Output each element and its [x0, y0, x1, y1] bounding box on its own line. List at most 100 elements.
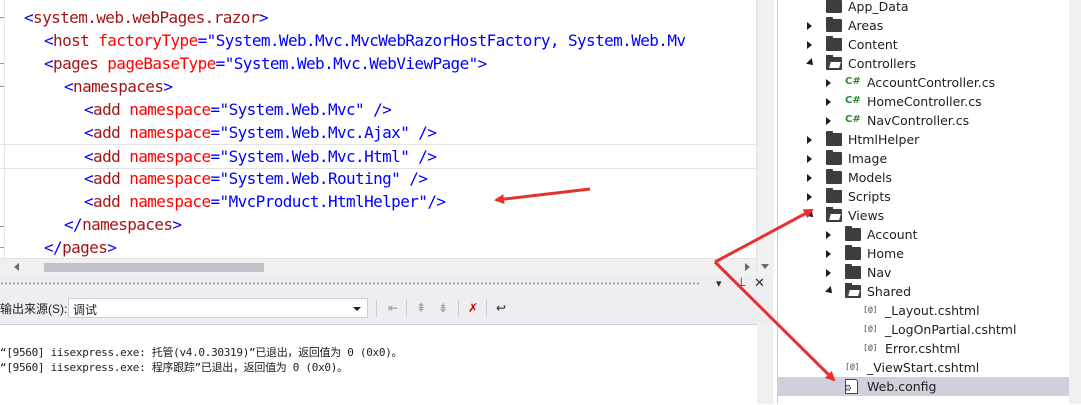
code-line[interactable]: <add namespace="System.Web.Routing" /> — [84, 167, 428, 190]
code-attribute: factoryType — [98, 31, 198, 50]
clear-all-icon[interactable]: ✗ — [464, 299, 482, 317]
folder-icon — [845, 226, 861, 241]
tree-item[interactable]: Image — [778, 149, 1070, 168]
code-line[interactable]: <host factoryType="System.Web.Mvc.MvcWeb… — [44, 29, 686, 52]
tree-item[interactable]: Nav — [778, 263, 1070, 282]
drag-grip[interactable] — [0, 282, 700, 285]
pin-icon[interactable]: ⊥ — [736, 275, 746, 289]
code-tag-name: add — [93, 123, 121, 142]
tree-item[interactable]: C# AccountController.cs — [778, 73, 1070, 92]
collapse-arrow-icon[interactable] — [826, 269, 831, 277]
csharp-file-icon: C# — [845, 114, 861, 125]
tree-item[interactable]: Views — [778, 206, 1070, 225]
collapse-arrow-icon[interactable] — [807, 136, 812, 144]
collapse-arrow-icon[interactable] — [807, 41, 812, 49]
tree-item[interactable]: Account — [778, 225, 1070, 244]
code-punctuation: </ — [64, 215, 83, 234]
tree-item[interactable]: [@] _LogOnPartial.cshtml — [778, 320, 1070, 339]
tree-item[interactable]: HtmlHelper — [778, 130, 1070, 149]
tree-item[interactable]: Areas — [778, 16, 1070, 35]
expand-arrow-icon[interactable] — [806, 210, 816, 220]
tree-item[interactable]: Models — [778, 168, 1070, 187]
code-line[interactable]: <add namespace="System.Web.Mvc.Ajax" /> — [84, 121, 437, 144]
expand-arrow-icon[interactable] — [806, 58, 816, 68]
tree-item[interactable]: Web.config — [778, 377, 1070, 396]
collapse-arrow-icon[interactable] — [807, 155, 812, 163]
outline-marker — [0, 226, 4, 227]
collapse-arrow-icon[interactable] — [826, 231, 831, 239]
chevron-down-icon[interactable] — [353, 307, 361, 311]
code-punctuation: =" — [215, 54, 235, 73]
code-tag-name: pages — [53, 54, 99, 73]
tree-item[interactable]: [@] _Layout.cshtml — [778, 301, 1070, 320]
tree-item-label: Content — [848, 37, 898, 52]
tree-item-label: Home — [867, 246, 904, 261]
code-attribute: namespace — [129, 147, 211, 166]
tree-item[interactable]: Home — [778, 244, 1070, 263]
code-line[interactable]: <pages pageBaseType="System.Web.Mvc.WebV… — [44, 52, 487, 75]
toolbar-separator — [486, 300, 487, 317]
collapse-arrow-icon[interactable] — [807, 174, 812, 182]
collapse-arrow-icon[interactable] — [826, 117, 831, 125]
code-tag-name: add — [93, 169, 121, 188]
tree-item[interactable]: Scripts — [778, 187, 1070, 206]
tree-item-label: App_Data — [848, 0, 909, 14]
tree-item-label: Views — [848, 208, 885, 223]
find-message-in-code-icon[interactable]: ⇤ — [384, 299, 402, 317]
solution-explorer: App_Data Areas Content Controllers C# Account… — [777, 0, 1081, 404]
code-line[interactable]: <add namespace="System.Web.Mvc" /> — [84, 98, 392, 121]
csharp-file-icon: C# — [845, 76, 861, 87]
code-line[interactable]: </namespaces> — [64, 213, 182, 236]
scroll-left-icon[interactable] — [14, 263, 19, 271]
folder-icon — [845, 245, 861, 260]
go-to-previous-message-icon[interactable]: ⇞ — [412, 299, 430, 317]
output-toolbar: 输出来源(S): 调试 ⇤ ⇞ ⇟ ✗ ↩ — [0, 292, 773, 324]
collapse-arrow-icon[interactable] — [826, 98, 831, 106]
collapse-arrow-icon[interactable] — [826, 250, 831, 258]
scroll-down-icon[interactable] — [761, 264, 769, 269]
tree-item-label: Account — [867, 227, 918, 242]
cshtml-file-icon: [@] — [863, 324, 878, 333]
tree-item-label: Controllers — [848, 56, 916, 71]
csharp-file-icon: C# — [845, 95, 861, 106]
tree-item-label: Shared — [867, 284, 912, 299]
tree-item[interactable]: [@] _ViewStart.cshtml — [778, 358, 1070, 377]
scrollbar-thumb[interactable] — [44, 263, 264, 272]
output-pane-header[interactable]: ▾ ⊥ ✕ — [0, 275, 773, 292]
close-icon[interactable]: ✕ — [754, 275, 765, 291]
collapse-arrow-icon[interactable] — [807, 193, 812, 201]
solution-explorer-scrollbar[interactable] — [1069, 0, 1081, 404]
code-line[interactable]: <namespaces> — [64, 75, 173, 98]
code-line[interactable]: </pages> — [44, 236, 117, 258]
code-tag-name: system.web.webPages.razor — [33, 8, 259, 27]
code-punctuation: < — [64, 77, 74, 96]
code-punctuation: > — [163, 77, 173, 96]
tree-item[interactable]: Shared — [778, 282, 1070, 301]
tree-item[interactable]: [@] Error.cshtml — [778, 339, 1070, 358]
toggle-word-wrap-icon[interactable]: ↩ — [492, 299, 510, 317]
tree-item[interactable]: Content — [778, 35, 1070, 54]
output-source-select[interactable]: 调试 — [68, 298, 368, 318]
code-punctuation: " /> — [355, 100, 392, 119]
tree-item[interactable]: C# HomeController.cs — [778, 92, 1070, 111]
collapse-arrow-icon[interactable] — [807, 22, 812, 30]
code-line[interactable]: <system.web.webPages.razor> — [24, 6, 269, 29]
collapse-arrow-icon[interactable] — [826, 79, 831, 87]
window-position-dropdown-icon[interactable]: ▾ — [716, 277, 722, 290]
folder-open-icon — [845, 283, 861, 298]
tree-item[interactable]: Controllers — [778, 54, 1070, 73]
code-tag-name: host — [53, 31, 90, 50]
code-line[interactable]: <add namespace="MvcProduct.HtmlHelper"/> — [84, 190, 446, 213]
tree-item[interactable]: C# NavController.cs — [778, 111, 1070, 130]
editor-vertical-scrollbar[interactable] — [756, 0, 774, 275]
output-text-area[interactable]: “[9560] iisexpress.exe: 托管(v4.0.30319)”已… — [0, 324, 757, 405]
tree-item[interactable]: App_Data — [778, 0, 1070, 16]
scroll-right-icon[interactable] — [745, 263, 750, 271]
output-vertical-scrollbar[interactable] — [757, 324, 773, 404]
expand-arrow-icon[interactable] — [825, 286, 835, 296]
go-to-next-message-icon[interactable]: ⇟ — [434, 299, 452, 317]
code-editor[interactable]: <system.web.webPages.razor> <host factory… — [0, 0, 756, 258]
editor-horizontal-scrollbar[interactable] — [0, 258, 756, 276]
code-line[interactable]: <add namespace="System.Web.Mvc.Html" /> — [0, 144, 756, 169]
